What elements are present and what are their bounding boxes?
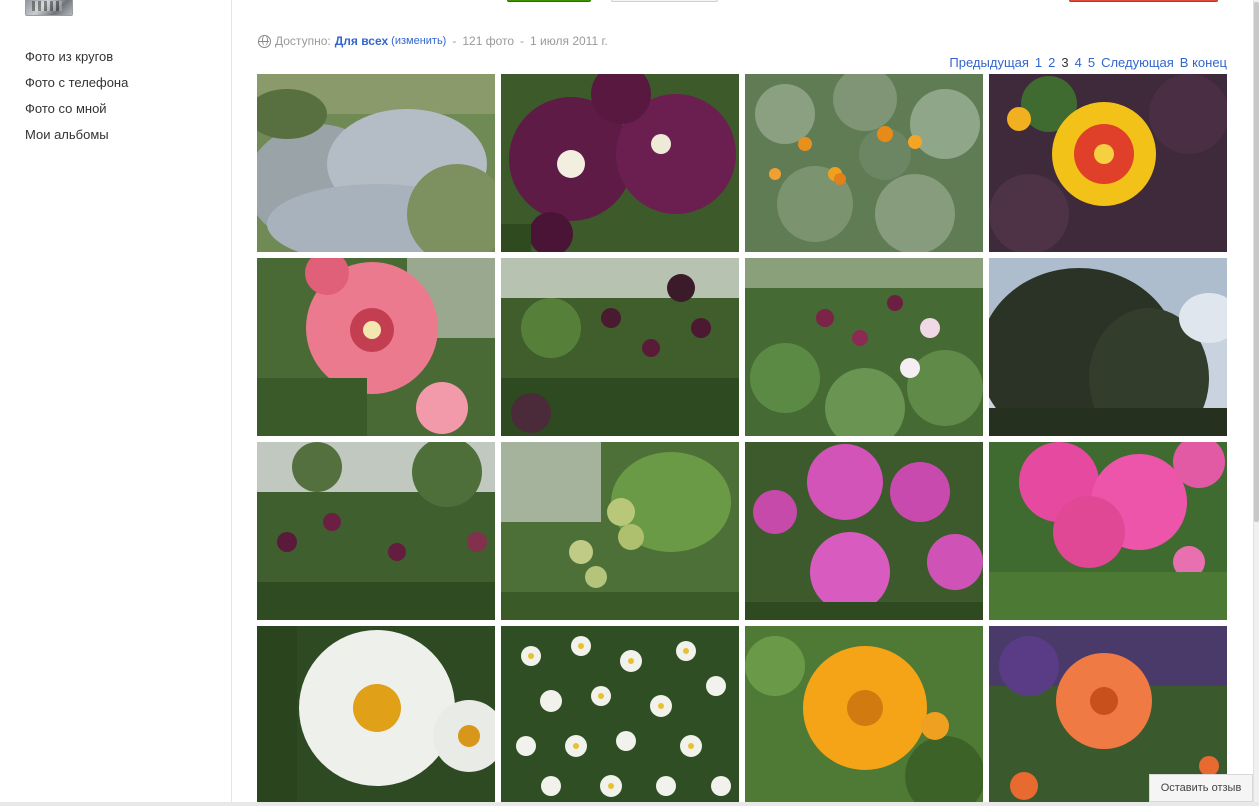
access-label: Доступно: <box>275 34 331 48</box>
photo-thumbnail[interactable] <box>257 626 495 804</box>
photo-thumbnail[interactable] <box>257 442 495 620</box>
album-info: Доступно: Для всех (изменить) - 121 фото… <box>258 34 608 48</box>
sidebar-item-my-albums[interactable]: Мои альбомы <box>25 128 128 154</box>
photo-thumbnail[interactable] <box>989 442 1227 620</box>
photo-thumbnail[interactable] <box>501 442 739 620</box>
secondary-button[interactable] <box>611 0 718 2</box>
sidebar-item-phone-photos[interactable]: Фото с телефона <box>25 76 128 102</box>
globe-icon <box>258 34 271 48</box>
share-button[interactable] <box>507 0 591 2</box>
pager-page-4[interactable]: 4 <box>1075 55 1082 70</box>
pager-prev-link[interactable]: Предыдущая <box>949 55 1029 70</box>
bottom-border <box>0 802 1259 806</box>
pager-page-5[interactable]: 5 <box>1088 55 1095 70</box>
photo-thumbnail[interactable] <box>501 74 739 252</box>
pager-page-1[interactable]: 1 <box>1035 55 1042 70</box>
photo-thumbnail[interactable] <box>257 258 495 436</box>
scrollbar-thumb[interactable] <box>1254 2 1259 522</box>
photo-count: 121 фото <box>462 34 515 48</box>
change-access-link[interactable]: (изменить) <box>391 35 446 47</box>
sidebar-nav: Фото из кругов Фото с телефона Фото со м… <box>25 50 128 154</box>
upload-button[interactable] <box>1069 0 1218 2</box>
photo-thumbnail[interactable] <box>501 626 739 804</box>
photo-grid <box>257 74 1227 804</box>
pager-last-link[interactable]: В конец <box>1180 55 1227 70</box>
pager-current-page: 3 <box>1061 55 1069 70</box>
photo-thumbnail[interactable] <box>745 626 983 804</box>
photo-thumbnail[interactable] <box>989 74 1227 252</box>
separator: - <box>520 34 525 48</box>
photo-thumbnail[interactable] <box>257 74 495 252</box>
sidebar: Фото из кругов Фото с телефона Фото со м… <box>0 0 232 806</box>
photo-thumbnail[interactable] <box>745 258 983 436</box>
scrollbar[interactable] <box>1253 0 1259 806</box>
photo-thumbnail[interactable] <box>989 258 1227 436</box>
feedback-button[interactable]: Оставить отзыв <box>1149 774 1253 802</box>
avatar[interactable] <box>25 0 73 16</box>
photo-thumbnail[interactable] <box>501 258 739 436</box>
photo-thumbnail[interactable] <box>745 442 983 620</box>
album-date: 1 июля 2011 г. <box>530 34 608 48</box>
photo-thumbnail[interactable] <box>745 74 983 252</box>
pager-next-link[interactable]: Следующая <box>1101 55 1174 70</box>
pager-page-2[interactable]: 2 <box>1048 55 1055 70</box>
sidebar-item-circles-photos[interactable]: Фото из кругов <box>25 50 128 76</box>
pagination: Предыдущая 1 2 3 4 5 Следующая В конец <box>949 55 1227 70</box>
audience-link[interactable]: Для всех <box>335 34 388 48</box>
sidebar-item-photos-of-me[interactable]: Фото со мной <box>25 102 128 128</box>
separator: - <box>452 34 457 48</box>
